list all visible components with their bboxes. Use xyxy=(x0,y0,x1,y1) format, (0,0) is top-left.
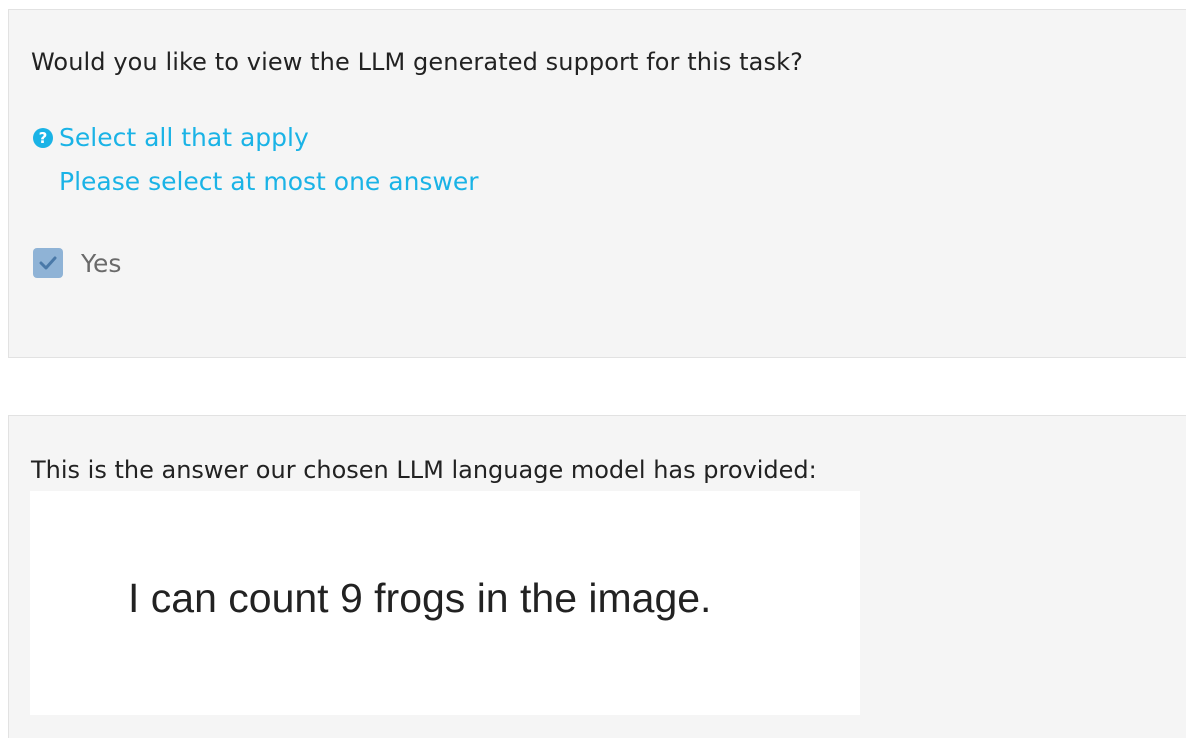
llm-answer-box: I can count 9 frogs in the image. xyxy=(30,491,860,715)
answer-panel: This is the answer our chosen LLM langua… xyxy=(8,415,1186,738)
hint-lines: Select all that apply Please select at m… xyxy=(59,116,479,204)
hint: ? Select all that apply Please select at… xyxy=(33,122,479,204)
question-panel: Would you like to view the LLM generated… xyxy=(8,9,1186,358)
hint-select-all: Select all that apply xyxy=(59,123,309,152)
checkmark-icon xyxy=(39,256,57,270)
hint-select-at-most-one: Please select at most one answer xyxy=(59,167,479,196)
answer-intro-text: This is the answer our chosen LLM langua… xyxy=(31,456,817,484)
question-circle-icon: ? xyxy=(33,128,53,148)
yes-checkbox[interactable] xyxy=(33,248,63,278)
option-yes[interactable]: Yes xyxy=(33,248,121,278)
question-text: Would you like to view the LLM generated… xyxy=(31,48,803,76)
llm-answer-text: I can count 9 frogs in the image. xyxy=(128,575,712,621)
option-yes-label: Yes xyxy=(81,248,122,278)
